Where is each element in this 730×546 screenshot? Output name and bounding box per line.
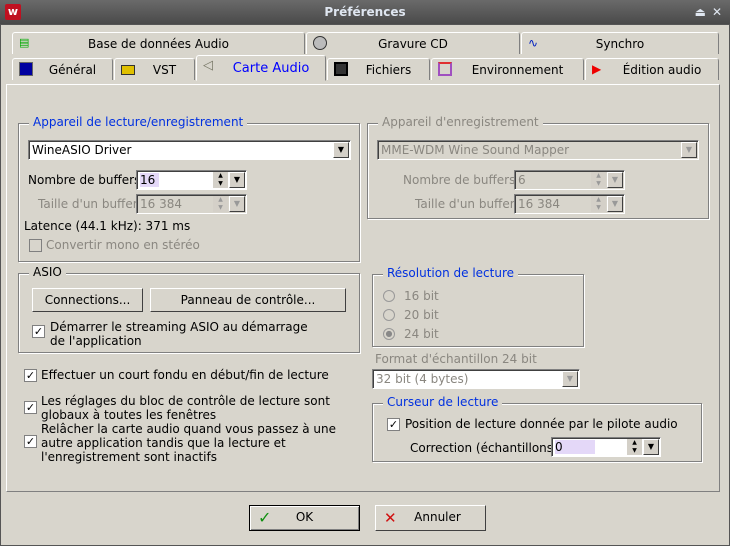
- mono-stereo-label: Convertir mono en stéréo: [46, 238, 200, 252]
- shade-button[interactable]: ⏏: [695, 0, 706, 24]
- control-panel-button[interactable]: Panneau de contrôle...: [150, 288, 346, 312]
- cursor-legend: Curseur de lecture: [383, 395, 503, 409]
- chevron-down-icon: ▼: [607, 172, 623, 188]
- cursor-group: Curseur de lecture ✓ Position de lecture…: [372, 395, 702, 462]
- tab-synchro[interactable]: ∿ Synchro: [521, 32, 719, 54]
- cross-icon: ✕: [384, 509, 397, 527]
- title-bar: w Préférences ⏏ ✕: [0, 0, 730, 24]
- speaker-icon: ◁: [203, 58, 213, 73]
- tab-carte-audio[interactable]: ◁ Carte Audio: [196, 55, 326, 81]
- spin-icon[interactable]: ▲ ▼: [627, 439, 642, 455]
- spin-icon: ▲ ▼: [591, 196, 606, 212]
- buffers-input[interactable]: 16 ▲ ▼ ▼: [136, 170, 247, 190]
- audio-edit-icon: ▶: [592, 62, 602, 76]
- spin-icon: ▲ ▼: [591, 172, 606, 188]
- playback-legend: Appareil de lecture/enregistrement: [29, 115, 248, 129]
- radio-24-bit[interactable]: ●: [383, 328, 395, 340]
- vst-icon: [121, 65, 135, 75]
- chevron-down-icon[interactable]: ▼: [333, 142, 349, 158]
- asio-start-label: Démarrer le streaming ASIO au démarrage …: [50, 320, 308, 348]
- buffers-label: Nombre de buffers: [28, 173, 141, 187]
- radio-20-bit-label: 20 bit: [404, 308, 439, 322]
- chevron-down-icon: ▼: [562, 371, 578, 387]
- record-buffers-label: Nombre de buffers: [403, 173, 516, 187]
- cancel-button[interactable]: ✕ Annuler: [375, 505, 486, 531]
- playback-device-select[interactable]: WineASIO Driver ▼: [28, 140, 351, 160]
- record-device-group: Appareil d'enregistrement MME-WDM Wine S…: [367, 115, 709, 219]
- checkmark-icon: ✓: [258, 508, 272, 527]
- buffer-size-label: Taille d'un buffer: [38, 197, 138, 211]
- resolution-legend: Résolution de lecture: [383, 266, 519, 280]
- record-device-select[interactable]: MME-WDM Wine Sound Mapper ▼: [377, 140, 699, 160]
- connections-button[interactable]: Connections...: [32, 288, 143, 312]
- record-size-input[interactable]: 16 384 ▲ ▼ ▼: [514, 194, 625, 214]
- record-size-label: Taille d'un buffer: [415, 197, 515, 211]
- correction-input[interactable]: 0 ▲ ▼ ▼: [551, 437, 661, 457]
- record-buffers-input[interactable]: 6 ▲ ▼ ▼: [514, 170, 625, 190]
- tab-gravure-cd[interactable]: Gravure CD: [306, 32, 520, 54]
- radio-24-bit-label: 24 bit: [404, 327, 439, 341]
- chevron-down-icon: ▼: [229, 196, 245, 212]
- fade-checkbox[interactable]: ✓: [24, 369, 37, 382]
- chevron-down-icon[interactable]: ▼: [643, 439, 659, 455]
- chevron-down-icon: ▼: [681, 142, 697, 158]
- tab-edition-audio[interactable]: ▶ Édition audio: [585, 58, 719, 80]
- spin-icon: ▲ ▼: [213, 196, 228, 212]
- tab-general[interactable]: Général: [12, 58, 113, 80]
- fade-label: Effectuer un court fondu en début/fin de…: [41, 368, 329, 382]
- chevron-down-icon: ▼: [607, 196, 623, 212]
- global-controls-label: Les réglages du bloc de contrôle de lect…: [41, 394, 330, 422]
- radio-20-bit[interactable]: [383, 309, 395, 321]
- radio-16-bit-label: 16 bit: [404, 289, 439, 303]
- asio-group: ASIO Connections... Panneau de contrôle.…: [18, 265, 360, 353]
- floppy-icon: [334, 62, 348, 76]
- resolution-group: Résolution de lecture 16 bit 20 bit ● 24…: [372, 266, 584, 347]
- buffer-size-input[interactable]: 16 384 ▲ ▼ ▼: [136, 194, 247, 214]
- global-controls-checkbox[interactable]: ✓: [24, 401, 37, 414]
- tab-base-de-donnees-audio[interactable]: ▤ Base de données Audio: [12, 32, 305, 54]
- window-title: Préférences: [324, 5, 406, 19]
- latency-text: Latence (44.1 kHz): 371 ms: [24, 219, 191, 233]
- record-legend: Appareil d'enregistrement: [378, 115, 543, 129]
- chevron-down-icon[interactable]: ▼: [229, 172, 245, 188]
- format-label: Format d'échantillon 24 bit: [375, 352, 537, 366]
- computer-icon: [19, 62, 33, 76]
- release-audio-checkbox[interactable]: ✓: [24, 435, 37, 448]
- spin-icon[interactable]: ▲ ▼: [213, 172, 228, 188]
- asio-legend: ASIO: [29, 265, 66, 279]
- app-logo-icon: w: [5, 4, 21, 20]
- mono-stereo-checkbox[interactable]: [29, 239, 42, 252]
- asio-start-checkbox[interactable]: ✓: [32, 325, 45, 338]
- driver-position-checkbox[interactable]: ✓: [387, 418, 400, 431]
- correction-label: Correction (échantillons): [410, 441, 558, 455]
- close-button[interactable]: ✕: [712, 0, 722, 24]
- driver-position-label: Position de lecture donnée par le pilote…: [405, 417, 678, 431]
- playback-device-group: Appareil de lecture/enregistrement WineA…: [18, 115, 360, 262]
- format-select[interactable]: 32 bit (4 bytes) ▼: [372, 369, 580, 389]
- tab-vst[interactable]: VST: [114, 58, 195, 80]
- ok-button[interactable]: ✓ OK: [249, 505, 360, 531]
- radio-16-bit[interactable]: [383, 290, 395, 302]
- environment-icon: [438, 62, 452, 76]
- tab-environnement[interactable]: Environnement: [431, 58, 584, 80]
- release-audio-label: Relâcher la carte audio quand vous passe…: [41, 422, 337, 464]
- tab-fichiers[interactable]: Fichiers: [327, 58, 430, 80]
